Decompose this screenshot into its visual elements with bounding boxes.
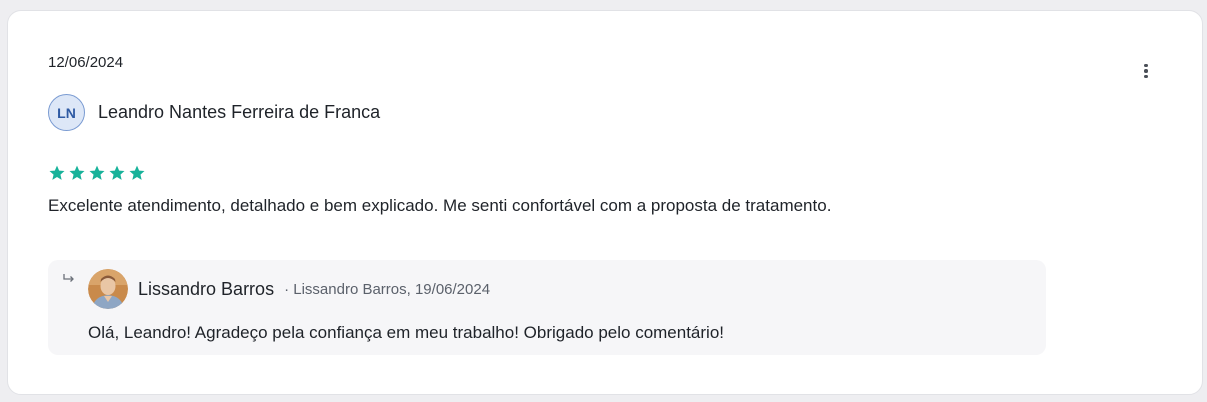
more-vertical-icon-dot: [1144, 74, 1148, 79]
review-card: 12/06/2024 LN Leandro Nantes Ferreira de…: [7, 10, 1203, 395]
review-text: Excelente atendimento, detalhado e bem e…: [48, 196, 832, 215]
more-options-button[interactable]: [1134, 61, 1158, 81]
avatar: [88, 269, 128, 309]
more-vertical-icon-dot: [1144, 69, 1148, 73]
reply-meta: · Lissandro Barros, 19/06/2024: [284, 280, 491, 298]
review-author: LN Leandro Nantes Ferreira de Franca: [48, 94, 380, 131]
reply-box: Lissandro Barros · Lissandro Barros, 19/…: [48, 260, 1046, 355]
review-date: 12/06/2024: [48, 54, 124, 71]
star-icon: [69, 165, 85, 180]
star-icon: [89, 165, 105, 180]
reply-text: Olá, Leandro! Agradeço pela confiança em…: [88, 323, 725, 342]
star-icon: [109, 165, 125, 180]
reply-header: Lissandro Barros · Lissandro Barros, 19/…: [88, 269, 490, 309]
star-icon: [49, 165, 65, 180]
more-vertical-icon: [1144, 63, 1148, 68]
reply-arrow-icon: [63, 274, 74, 282]
author-name: Leandro Nantes Ferreira de Franca: [98, 102, 381, 122]
avatar: LN: [48, 94, 85, 131]
star-rating: [48, 164, 146, 182]
star-icon: [129, 165, 145, 180]
reply-author-name: Lissandro Barros: [138, 278, 275, 299]
